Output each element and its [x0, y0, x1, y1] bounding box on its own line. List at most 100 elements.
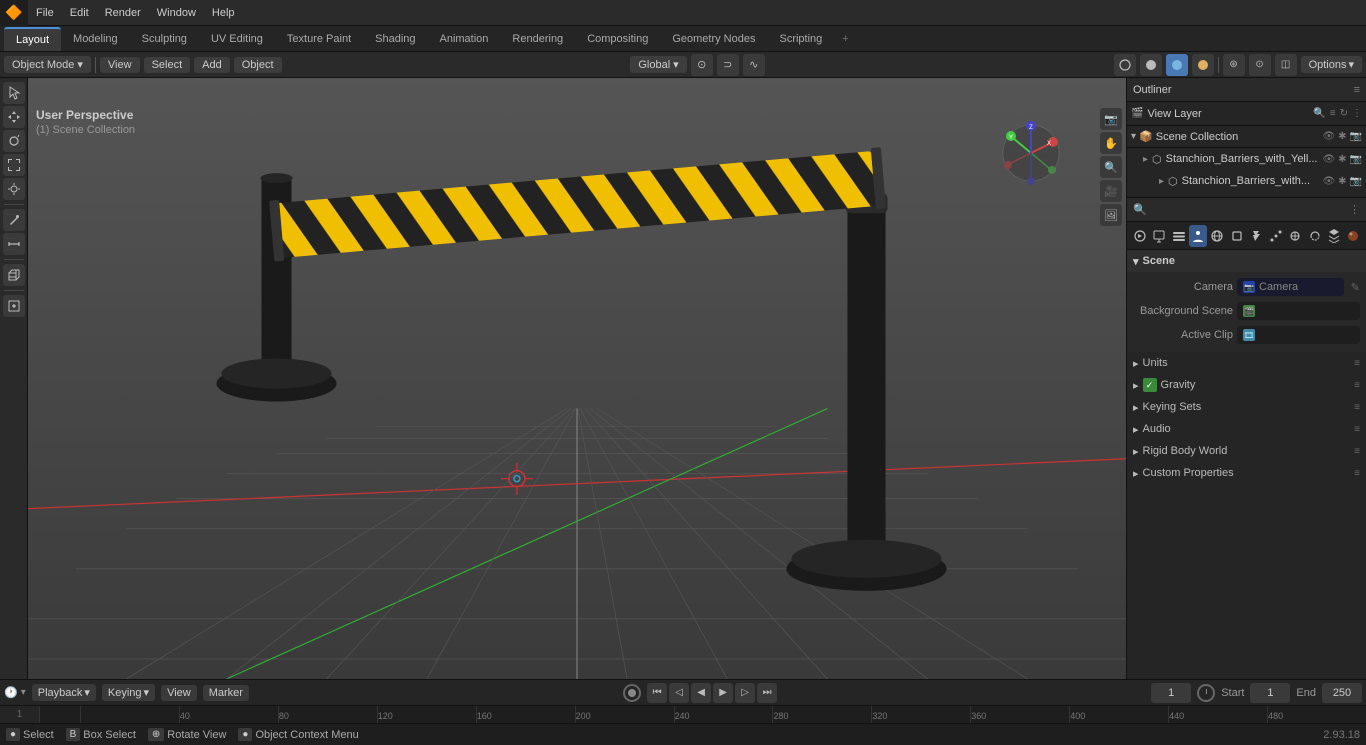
props-tab-physics[interactable] — [1286, 225, 1303, 247]
outliner-sync-icon[interactable]: ↻ — [1340, 108, 1348, 119]
props-tab-world[interactable] — [1209, 225, 1226, 247]
outliner-dots[interactable]: ⋮ — [1352, 108, 1362, 119]
outliner-filter-icon[interactable]: ≡ — [1354, 84, 1360, 96]
props-tab-view-layer[interactable] — [1170, 225, 1187, 247]
next-keyframe-btn[interactable]: ▷ — [735, 683, 755, 703]
props-tab-render[interactable] — [1131, 225, 1148, 247]
viewport-tool-4[interactable]: 🎥 — [1100, 180, 1122, 202]
gravity-section[interactable]: ▸ ✓ Gravity ≡ — [1127, 374, 1366, 396]
menu-file[interactable]: File — [28, 0, 62, 25]
scene-section-header[interactable]: ▾ Scene — [1127, 250, 1366, 272]
background-scene-value[interactable]: 🎬 — [1237, 302, 1360, 320]
tab-rendering[interactable]: Rendering — [500, 27, 575, 51]
viewport-3d[interactable]: User Perspective (1) Scene Collection X … — [28, 78, 1126, 679]
menu-window[interactable]: Window — [149, 0, 204, 25]
proportional-icon[interactable]: ∿ — [743, 54, 765, 76]
object-menu[interactable]: Object — [234, 57, 282, 73]
menu-render[interactable]: Render — [97, 0, 149, 25]
proportional-edit-btn[interactable]: ⊃ — [717, 54, 739, 76]
rigid-body-world-section[interactable]: ▸ Rigid Body World ≡ — [1127, 440, 1366, 462]
outliner-search-icon[interactable]: 🔍 — [1313, 108, 1325, 119]
annotate-tool[interactable] — [3, 209, 25, 231]
current-frame-input[interactable]: 1 — [1151, 683, 1191, 703]
active-clip-value[interactable]: 🎞 — [1237, 326, 1360, 344]
rotate-tool[interactable] — [3, 130, 25, 152]
item-1-select[interactable]: ✱ — [1338, 176, 1346, 187]
item-0-eye[interactable]: 👁 — [1322, 154, 1335, 165]
select-menu[interactable]: Select — [144, 57, 191, 73]
tab-sculpting[interactable]: Sculpting — [130, 27, 199, 51]
scale-tool[interactable] — [3, 154, 25, 176]
marker-menu[interactable]: Marker — [203, 685, 249, 701]
viewport-shading-solid[interactable] — [1140, 54, 1162, 76]
options-button[interactable]: Options ▾ — [1301, 56, 1362, 73]
item-1-render[interactable]: 📷 — [1350, 176, 1362, 187]
menu-help[interactable]: Help — [204, 0, 243, 25]
viewport-tool-3[interactable]: 🔍 — [1100, 156, 1122, 178]
add-menu[interactable]: Add — [194, 57, 230, 73]
props-tab-output[interactable] — [1150, 225, 1167, 247]
timeline-mode-selector[interactable]: 🕐 ▾ — [4, 686, 26, 699]
item-0-render[interactable]: 📷 — [1350, 154, 1362, 165]
viewport-shading-wire[interactable] — [1114, 54, 1136, 76]
props-tab-object[interactable] — [1228, 225, 1245, 247]
transform-space-selector[interactable]: Global ▾ — [630, 56, 686, 73]
props-tab-constraints[interactable] — [1306, 225, 1323, 247]
frame-ruler[interactable]: 1 40 80 120 160 200 240 280 320 360 400 … — [0, 705, 1366, 723]
object-mode-selector[interactable]: Object Mode ▾ — [4, 56, 91, 73]
start-frame-input[interactable]: 1 — [1250, 683, 1290, 703]
play-reverse-btn[interactable]: ◀ — [691, 683, 711, 703]
props-tab-modifier[interactable] — [1248, 225, 1265, 247]
outliner-item-0[interactable]: ▸ ⬡ Stanchion_Barriers_with_Yell... 👁 ✱ … — [1127, 148, 1366, 170]
tab-scripting[interactable]: Scripting — [767, 27, 834, 51]
tab-shading[interactable]: Shading — [363, 27, 427, 51]
tab-uv-editing[interactable]: UV Editing — [199, 27, 275, 51]
xray-toggle[interactable]: ◫ — [1275, 54, 1297, 76]
properties-search[interactable]: 🔍 — [1133, 203, 1349, 216]
add-object-tool[interactable] — [3, 264, 25, 286]
viewport-shading-material[interactable] — [1166, 54, 1188, 76]
outliner-item-1[interactable]: ▸ ⬡ Stanchion_Barriers_with... 👁 ✱ 📷 — [1127, 170, 1366, 192]
jump-to-start-btn[interactable]: ⏮ — [647, 683, 667, 703]
props-tab-data[interactable] — [1325, 225, 1342, 247]
props-tab-material[interactable] — [1345, 225, 1362, 247]
viewport-gizmo[interactable]: X Y Z — [996, 118, 1066, 188]
playback-menu[interactable]: Playback ▾ — [32, 684, 96, 701]
view-menu[interactable]: View — [100, 57, 140, 73]
tab-texture-paint[interactable]: Texture Paint — [275, 27, 363, 51]
cursor-tool[interactable] — [3, 82, 25, 104]
viewport-tool-2[interactable]: ✋ — [1100, 132, 1122, 154]
viewport-tool-1[interactable]: 📷 — [1100, 108, 1122, 130]
props-tab-particles[interactable] — [1267, 225, 1284, 247]
clock-indicator[interactable] — [1197, 684, 1215, 702]
tab-geometry-nodes[interactable]: Geometry Nodes — [660, 27, 767, 51]
snap-btn[interactable]: ⊙ — [691, 54, 713, 76]
view-menu-timeline[interactable]: View — [161, 685, 197, 701]
collection-vis-eye[interactable]: 👁 — [1322, 131, 1335, 142]
properties-options-icon[interactable]: ⋮ — [1349, 203, 1360, 216]
outliner-filter-btn[interactable]: ≡ — [1330, 108, 1336, 119]
viewport-tool-5[interactable]: 🖼 — [1100, 204, 1122, 226]
prev-keyframe-btn[interactable]: ◁ — [669, 683, 689, 703]
camera-prop-value[interactable]: 📷 Camera — [1237, 278, 1344, 296]
collection-vis-render[interactable]: 📷 — [1350, 131, 1362, 142]
play-btn[interactable]: ▶ — [713, 683, 733, 703]
measure-tool[interactable] — [3, 233, 25, 255]
end-frame-input[interactable]: 250 — [1322, 683, 1362, 703]
gizmo-toggle[interactable]: ⊛ — [1223, 54, 1245, 76]
transform-tool[interactable] — [3, 178, 25, 200]
gravity-checkbox[interactable]: ✓ — [1143, 378, 1157, 392]
item-0-select[interactable]: ✱ — [1338, 154, 1346, 165]
custom-properties-section[interactable]: ▸ Custom Properties ≡ — [1127, 462, 1366, 484]
audio-section[interactable]: ▸ Audio ≡ — [1127, 418, 1366, 440]
unknown-tool[interactable] — [3, 295, 25, 317]
jump-to-end-btn[interactable]: ⏭ — [757, 683, 777, 703]
tab-compositing[interactable]: Compositing — [575, 27, 660, 51]
menu-edit[interactable]: Edit — [62, 0, 97, 25]
item-1-eye[interactable]: 👁 — [1322, 176, 1335, 187]
tab-animation[interactable]: Animation — [428, 27, 501, 51]
units-section[interactable]: ▸ Units ≡ — [1127, 352, 1366, 374]
props-tab-scene[interactable] — [1189, 225, 1206, 247]
add-workspace-button[interactable]: + — [834, 33, 856, 45]
tab-modeling[interactable]: Modeling — [61, 27, 130, 51]
